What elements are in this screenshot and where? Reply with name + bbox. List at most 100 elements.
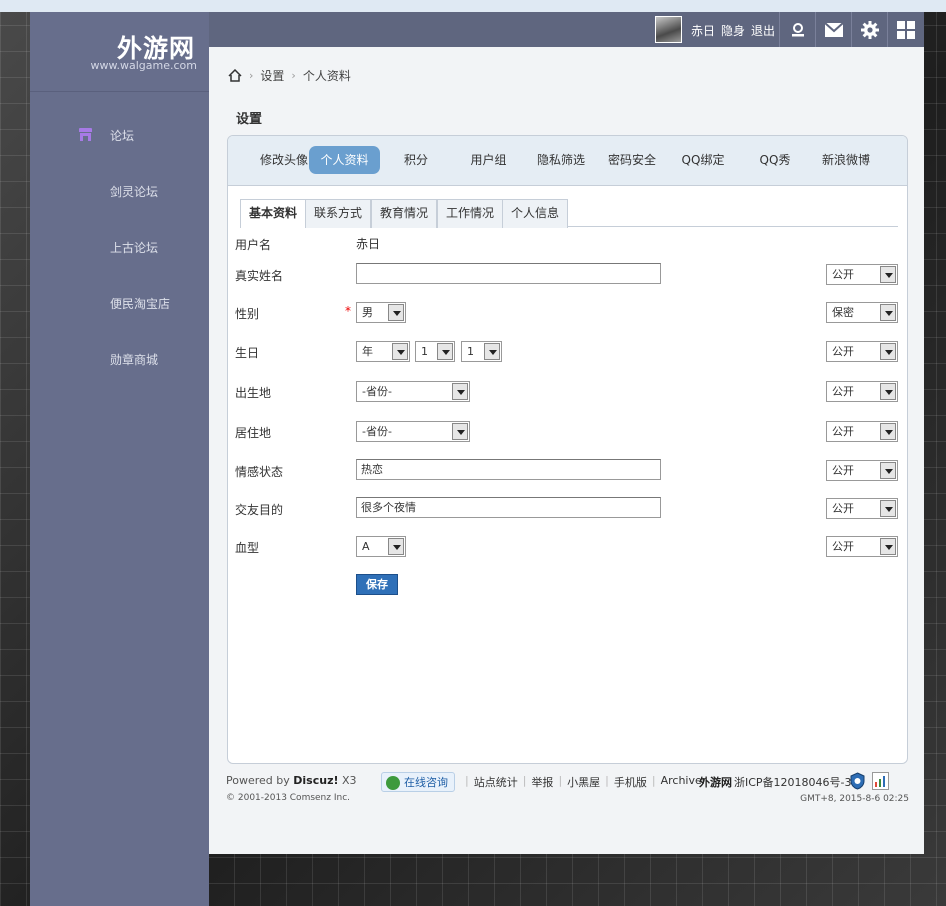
copyright: © 2001-2013 Comsenz Inc. (226, 793, 351, 803)
tab-qq-bind[interactable]: QQ绑定 (675, 146, 731, 174)
birthplace-privacy-select[interactable]: 公开 (826, 381, 898, 402)
select-value: 公开 (832, 385, 854, 398)
discuz-link[interactable]: Discuz! (293, 774, 338, 787)
username-link[interactable]: 赤日 (691, 22, 715, 39)
footer-links: | 站点统计 | 举报 | 小黑屋 | 手机版 | Archiver | (460, 774, 720, 790)
tab-profile[interactable]: 个人资料 (309, 146, 380, 174)
birth-year-select[interactable]: 年 (356, 341, 410, 362)
bloodtype-select[interactable]: A (356, 536, 406, 557)
sidebar-item-label: 便民淘宝店 (110, 297, 171, 311)
select-value: -省份- (362, 385, 392, 398)
footer-link-report[interactable]: 举报 (531, 774, 553, 790)
messages-icon-button[interactable] (815, 12, 851, 47)
settings-card: 修改头像 个人资料 积分 用户组 隐私筛选 密码安全 QQ绑定 QQ秀 新浪微博… (227, 135, 908, 764)
top-bar: 赤日 隐身 退出 (209, 12, 924, 47)
affective-input[interactable]: 热恋 (356, 459, 661, 480)
realname-input[interactable] (356, 263, 661, 284)
invisible-link[interactable]: 隐身 (721, 22, 745, 39)
consult-label: 在线咨询 (404, 776, 448, 789)
top-strip (0, 0, 946, 12)
avatar[interactable] (655, 16, 682, 43)
sidebar-item-jianling[interactable]: 剑灵论坛 (30, 164, 209, 220)
lookingfor-privacy-select[interactable]: 公开 (826, 498, 898, 519)
powered-by-text: Powered by (226, 774, 290, 787)
logo[interactable]: 外游网 www.walgame.com (30, 12, 209, 92)
cnzz-stats-icon[interactable] (872, 772, 889, 790)
residence-province-select[interactable]: -省份- (356, 421, 470, 442)
save-button[interactable]: 保存 (356, 574, 398, 595)
main-panel: › 设置 › 个人资料 设置 修改头像 个人资料 积分 用户组 隐私筛选 密码安… (209, 47, 924, 854)
bloodtype-privacy-select[interactable]: 公开 (826, 536, 898, 557)
select-value: 保密 (832, 306, 854, 319)
footer-site-name[interactable]: 外游网 (699, 774, 732, 790)
icp-number[interactable]: 浙ICP备12018046号-3 (734, 774, 852, 790)
forum-icon (79, 128, 92, 141)
select-value: 公开 (832, 464, 854, 477)
select-value: -省份- (362, 425, 392, 438)
realname-privacy-select[interactable]: 公开 (826, 264, 898, 285)
subtab-basic[interactable]: 基本资料 (240, 199, 307, 228)
logo-url: www.walgame.com (90, 59, 197, 72)
footer-link-mobile[interactable]: 手机版 (614, 774, 647, 790)
gender-select[interactable]: 男 (356, 302, 406, 323)
birth-month-select[interactable]: 1 (415, 341, 455, 362)
username-value: 赤日 (356, 237, 381, 251)
profile-icon-button[interactable] (779, 12, 815, 47)
select-value: 公开 (832, 268, 854, 281)
user-icon (791, 22, 804, 36)
birthplace-label: 出生地 (235, 386, 272, 400)
dropdown-arrow-icon (880, 383, 896, 400)
settings-tabs: 修改头像 个人资料 积分 用户组 隐私筛选 密码安全 QQ绑定 QQ秀 新浪微博 (228, 136, 907, 186)
required-marker: * (345, 304, 351, 318)
select-value: 公开 (832, 540, 854, 553)
dropdown-arrow-icon (484, 343, 500, 360)
sidebar-item-taobao[interactable]: 便民淘宝店 (30, 276, 209, 332)
breadcrumb-profile[interactable]: 个人资料 (303, 67, 351, 84)
breadcrumb-settings[interactable]: 设置 (260, 67, 284, 84)
breadcrumb-separator: › (291, 69, 296, 82)
select-value: 1 (467, 345, 474, 358)
footer-separator: | (651, 774, 656, 787)
sidebar-item-label: 勋章商城 (110, 353, 159, 367)
birth-day-select[interactable]: 1 (461, 341, 502, 362)
residence-privacy-select[interactable]: 公开 (826, 421, 898, 442)
gender-privacy-select[interactable]: 保密 (826, 302, 898, 323)
affective-label: 情感状态 (235, 465, 284, 479)
breadcrumb: › 设置 › 个人资料 (228, 67, 351, 84)
subtab-education[interactable]: 教育情况 (371, 199, 438, 228)
lookingfor-input[interactable]: 很多个夜情 (356, 497, 661, 518)
tab-credits[interactable]: 积分 (393, 146, 439, 174)
affective-privacy-select[interactable]: 公开 (826, 460, 898, 481)
subtab-personal[interactable]: 个人信息 (502, 199, 569, 228)
tab-usergroup[interactable]: 用户组 (461, 146, 516, 174)
subtab-work[interactable]: 工作情况 (437, 199, 504, 228)
dropdown-arrow-icon (880, 423, 896, 440)
sidebar-item-medals[interactable]: 勋章商城 (30, 332, 209, 388)
sidebar-item-forum[interactable]: 论坛 (30, 108, 209, 164)
envelope-icon (824, 22, 843, 37)
birthday-privacy-select[interactable]: 公开 (826, 341, 898, 362)
bloodtype-label: 血型 (235, 541, 260, 555)
apps-icon-button[interactable] (887, 12, 923, 47)
tab-privacy[interactable]: 隐私筛选 (531, 146, 591, 174)
dropdown-arrow-icon (452, 383, 468, 400)
online-consult-button[interactable]: 在线咨询 (381, 772, 455, 792)
sidebar-item-shanggu[interactable]: 上古论坛 (30, 220, 209, 276)
powered-by: Powered by Discuz! X3 (226, 774, 357, 787)
footer-link-blacklist[interactable]: 小黑屋 (567, 774, 600, 790)
footer-link-stats[interactable]: 站点统计 (474, 774, 518, 790)
footer-separator: | (558, 774, 563, 787)
footer-separator: | (522, 774, 527, 787)
tab-password[interactable]: 密码安全 (602, 146, 662, 174)
subtab-contact[interactable]: 联系方式 (305, 199, 372, 228)
dropdown-arrow-icon (388, 304, 404, 321)
birthplace-province-select[interactable]: -省份- (356, 381, 470, 402)
sidebar-item-label: 上古论坛 (110, 241, 159, 255)
tab-sina-weibo[interactable]: 新浪微博 (816, 146, 876, 174)
tab-qq-show[interactable]: QQ秀 (750, 146, 800, 174)
select-value: 公开 (832, 425, 854, 438)
settings-icon-button[interactable] (851, 12, 887, 47)
home-icon[interactable] (228, 69, 242, 82)
security-shield-icon[interactable] (849, 772, 866, 790)
logout-link[interactable]: 退出 (751, 22, 775, 39)
